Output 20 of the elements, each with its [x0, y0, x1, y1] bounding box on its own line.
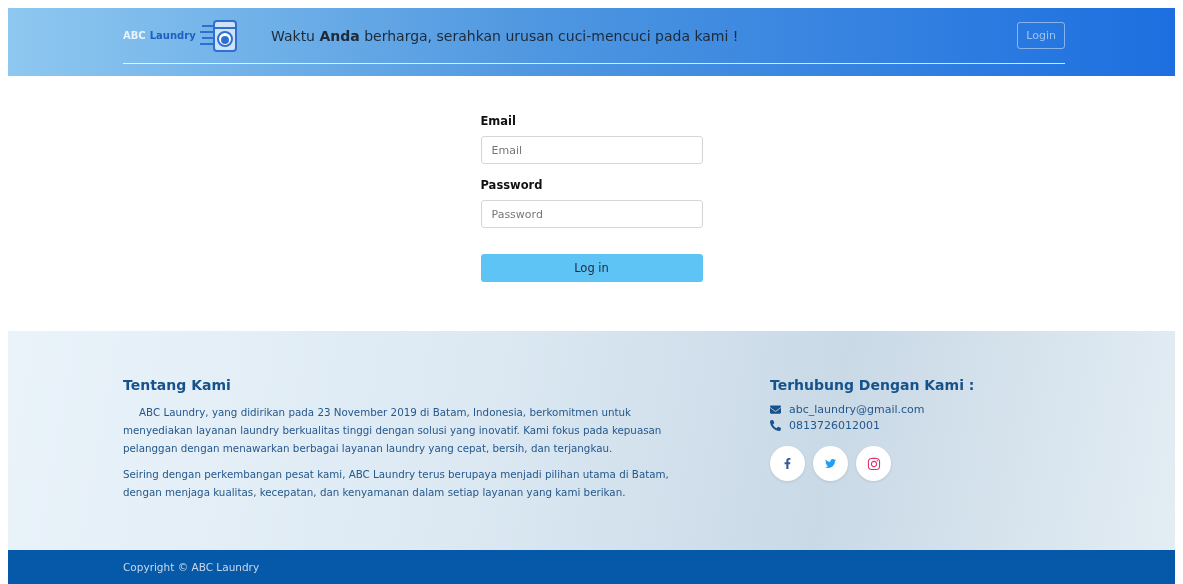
contact-text: 0813726012001 [789, 419, 880, 432]
header-tagline: Waktu Anda berharga, serahkan urusan cuci-mencuci pada kami ! [271, 27, 740, 44]
contact-text: abc_laundry@gmail.com [789, 403, 925, 416]
phone-icon [770, 420, 781, 431]
log-in-button[interactable]: Log in [480, 254, 703, 282]
input-field[interactable]: Password [480, 200, 703, 228]
about-paragraph: ABC Laundry, yang didirikan pada 23 November 2019 di Batam, Indonesia, berkomitmen untuk menyediakan layanan laundry berkualitas tinggi dengan solusi yang inovatif. Kami fokus pada kepuasan pelanggan dengan menawarkan berbagai layanan laundry yang cepat, bersih, dan terjangkau. [123, 405, 663, 456]
field-label: Email [480, 114, 517, 128]
contact-heading: Terhubung Dengan Kami : [770, 377, 975, 393]
copyright-text: Copyright © ABC Laundry [123, 561, 260, 573]
logo-text: Laundry [149, 30, 196, 41]
twitter-button[interactable] [813, 446, 848, 481]
about-paragraph: Seiring dengan perkembangan pesat kami, ABC Laundry terus berupaya menjadi pilihan utama di Batam, dengan menjaga kualitas, kecepatan, dan kenyamanan dalam setiap layanan yang kami berikan. [123, 467, 670, 500]
logo-text: ABC [123, 30, 146, 41]
about-heading: Tentang Kami [123, 377, 232, 393]
instagram-button[interactable] [856, 446, 891, 481]
facebook-button[interactable] [770, 446, 805, 481]
envelope-icon [770, 404, 781, 415]
field-label: Password [480, 178, 544, 192]
input-field[interactable]: Email [480, 136, 703, 164]
